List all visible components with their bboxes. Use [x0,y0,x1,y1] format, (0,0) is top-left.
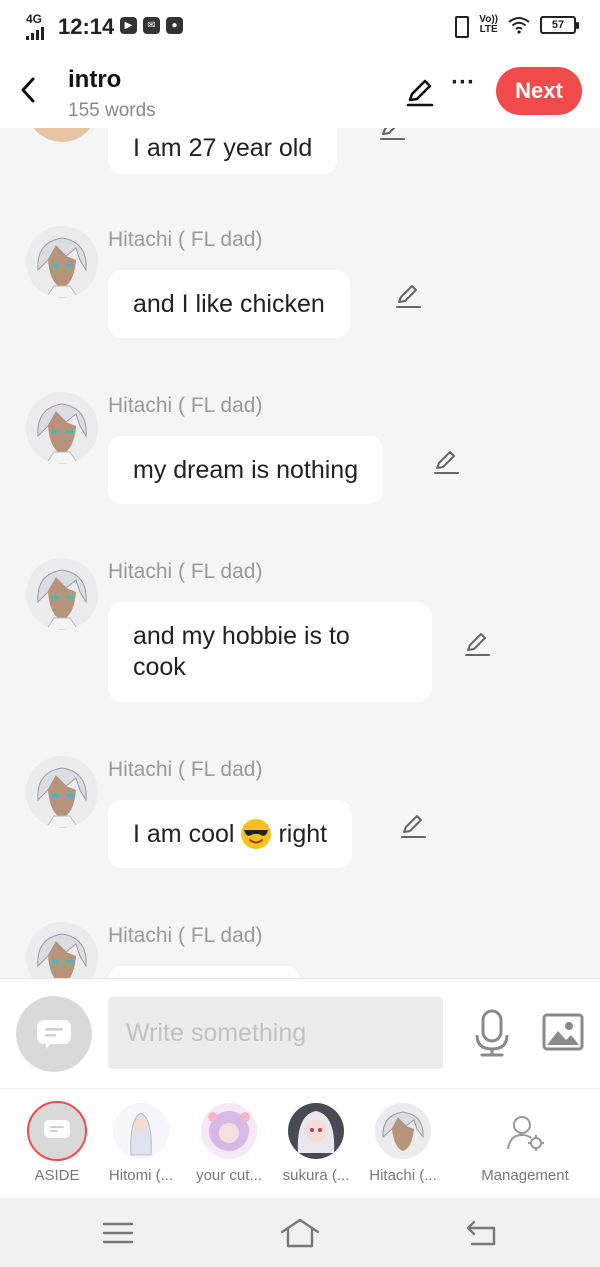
character-label: Hitomi (... [108,1167,174,1184]
pencil-icon [406,79,434,107]
message-input[interactable] [108,997,443,1069]
message-bubble[interactable]: and I like chicken [108,270,350,338]
character-label: ASIDE [34,1167,80,1184]
edit-message-button[interactable] [463,630,493,660]
message-bubble[interactable]: I am cool right [108,800,353,868]
chevron-left-icon [21,77,35,103]
aside-toggle-button[interactable] [16,996,92,1072]
character-avatar [288,1103,344,1159]
back-button[interactable] [14,70,42,110]
pencil-icon [434,451,459,474]
voice-input-button[interactable] [474,1009,510,1057]
edit-message-button[interactable] [394,282,424,312]
microphone-icon [475,1009,509,1057]
wifi-icon [508,17,530,34]
user-settings-icon [507,1116,544,1151]
system-nav-bar [0,1198,600,1267]
menu-button[interactable] [96,1216,140,1250]
character-label: Management [481,1167,569,1184]
avatar[interactable] [26,558,98,630]
status-bar: 4G 12:14 ▶ ✉ ● Vo)) LTE 57 [0,0,600,52]
character-avatar [375,1103,431,1159]
message-text: and my hobbie is to cook [133,622,350,681]
volte-icon: Vo)) LTE [479,14,498,35]
youtube-icon: ▶ [120,17,137,34]
edit-title-button[interactable] [404,76,436,108]
hamburger-icon [102,1222,134,1244]
insert-image-button[interactable] [542,1013,584,1051]
sender-name: Hitachi ( FL dad) [108,560,263,583]
sender-name: Hitachi ( FL dad) [108,924,263,947]
character-hitomi[interactable]: Hitomi (... [98,1101,184,1191]
message-bubble[interactable]: I am 27 year old [108,128,338,174]
character-avatar [201,1103,257,1159]
chat-bubble-icon [37,1020,71,1049]
signal-icon: 4G [26,12,44,40]
next-button[interactable]: Next [496,67,582,115]
avatar[interactable] [26,128,98,142]
page-title: intro [68,66,122,93]
message-text: right [278,819,328,848]
battery-level: 57 [551,19,565,31]
edit-message-button[interactable] [399,812,429,842]
voice-recorder-icon: ● [166,17,183,34]
return-icon [466,1220,496,1246]
avatar[interactable] [26,392,98,464]
message-text: and I like chicken [133,289,325,318]
avatar[interactable] [26,922,98,978]
pencil-icon [380,128,405,140]
message-text: my dream is nothing [133,455,359,484]
header: intro 155 words ··· Next [0,52,600,128]
mail-icon: ✉ [143,17,160,34]
sender-name: Hitachi ( FL dad) [108,394,263,417]
sender-name: Hitachi ( FL dad) [108,758,263,781]
character-hitachi[interactable]: Hitachi (... [360,1101,446,1191]
more-options-button[interactable]: ··· [448,71,478,104]
pencil-icon [465,633,490,656]
network-type: 4G [26,12,43,26]
message-bubble[interactable] [108,966,300,978]
battery-icon: 57 [540,16,579,34]
message-text: I am cool [133,819,235,848]
home-icon [280,1218,320,1248]
aside-icon [27,1101,87,1161]
home-button[interactable] [278,1216,322,1250]
character-bar: ASIDE Hitomi (... your cut... sukura (..… [0,1088,600,1198]
word-count: 155 words [68,100,156,121]
message-text: I am 27 year old [133,133,313,162]
edit-message-button[interactable] [432,448,462,478]
chat-area[interactable]: I am 27 year old Hitachi ( FL dad) and I… [0,128,600,978]
message-bubble[interactable]: and my hobbie is to cook [108,602,432,702]
avatar[interactable] [26,226,98,298]
edit-message-button[interactable] [378,128,408,144]
sender-name: Hitachi ( FL dad) [108,228,263,251]
pencil-icon [396,285,421,308]
character-aside[interactable]: ASIDE [14,1101,100,1191]
character-label: your cut... [196,1167,262,1184]
character-your-cutie[interactable]: your cut... [186,1101,272,1191]
avatar[interactable] [26,756,98,828]
pencil-icon [401,815,426,838]
back-nav-button[interactable] [460,1216,504,1250]
character-sukura[interactable]: sukura (... [273,1101,359,1191]
management-button[interactable]: Management [478,1101,572,1191]
sunglasses-emoji-icon [241,819,272,849]
vibrate-icon [451,14,470,38]
image-icon [542,1013,584,1051]
composer [0,978,600,1088]
message-bubble[interactable]: my dream is nothing [108,436,384,504]
character-label: Hitachi (... [369,1167,437,1184]
character-avatar [113,1103,169,1159]
character-label: sukura (... [282,1167,350,1184]
clock: 12:14 [58,14,115,39]
